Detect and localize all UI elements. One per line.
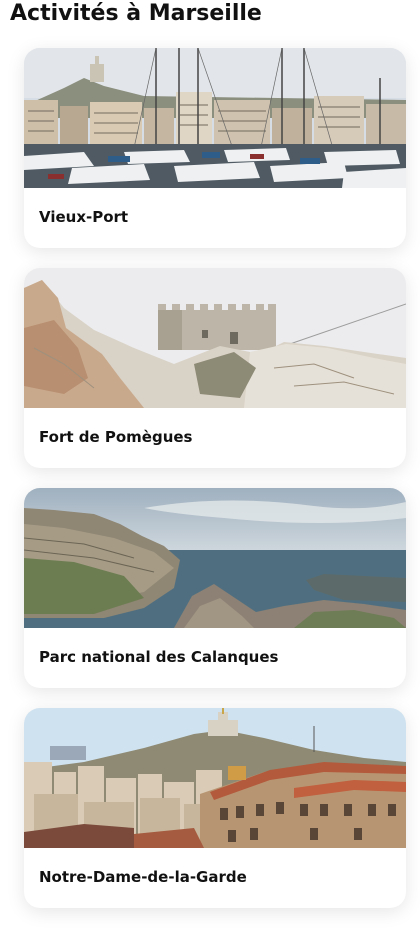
activity-title: Vieux-Port bbox=[39, 208, 129, 226]
calanques-photo bbox=[24, 488, 406, 628]
city-photo bbox=[24, 708, 406, 848]
activity-card-vieux-port[interactable]: Vieux-Port bbox=[24, 48, 406, 248]
activity-card-notre-dame-de-la-garde[interactable]: Notre-Dame-de-la-Garde bbox=[24, 708, 406, 908]
activity-title: Notre-Dame-de-la-Garde bbox=[39, 868, 247, 886]
page-title: Activités à Marseille bbox=[10, 1, 262, 26]
activity-title: Parc national des Calanques bbox=[39, 648, 279, 666]
activity-card-calanques[interactable]: Parc national des Calanques bbox=[24, 488, 406, 688]
activity-card-fort-de-pomegues[interactable]: Fort de Pomègues bbox=[24, 268, 406, 468]
harbor-photo bbox=[24, 48, 406, 188]
activity-title: Fort de Pomègues bbox=[39, 428, 193, 446]
fort-photo bbox=[24, 268, 406, 408]
